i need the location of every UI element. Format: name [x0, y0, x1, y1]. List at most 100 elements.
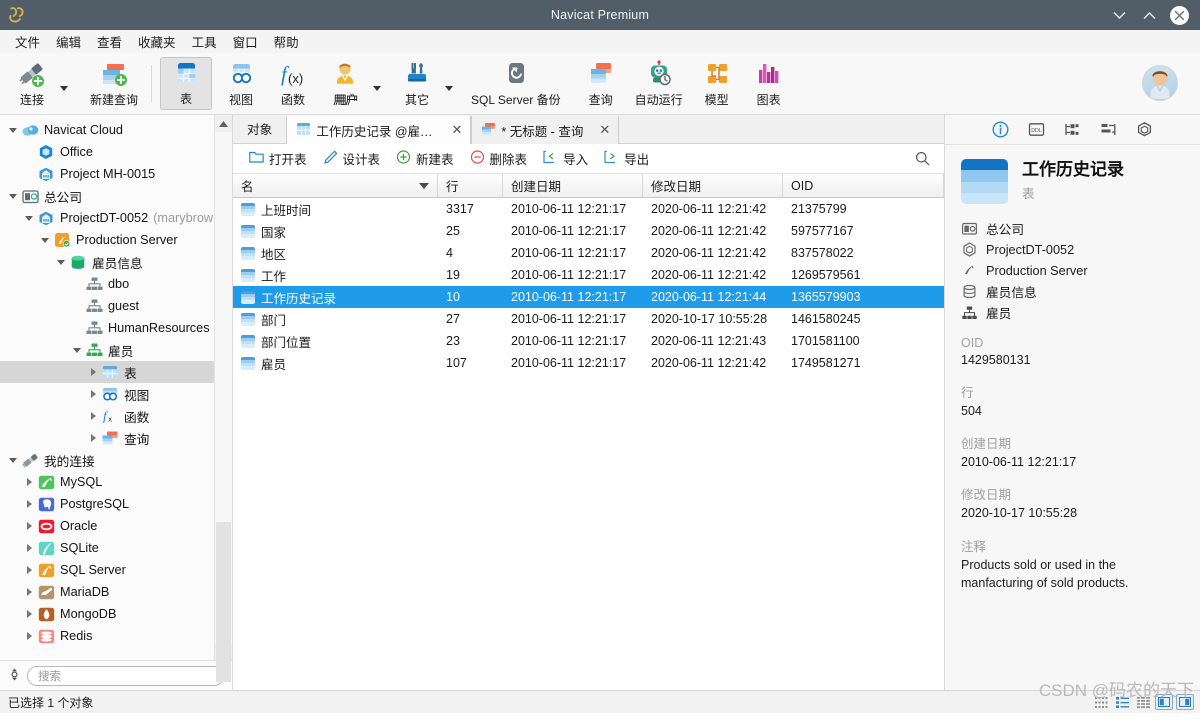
user-avatar[interactable]	[1142, 65, 1178, 101]
ddl-icon[interactable]: DDL	[1027, 120, 1047, 140]
sidebar-item-humanresources[interactable]: HumanResources	[0, 317, 232, 339]
table-row[interactable]: 雇员 107 2010-06-11 12:21:17 2020-06-11 12:21…	[233, 352, 944, 374]
sidebar-item-mysql[interactable]: MySQL	[0, 471, 232, 493]
tab-close-icon[interactable]: ✕	[441, 122, 462, 138]
sidebar-item-postgresql[interactable]: PostgreSQL	[0, 493, 232, 515]
chevron-right-icon[interactable]	[86, 412, 100, 420]
menu-help[interactable]: 帮助	[267, 30, 306, 53]
sidebar-scrollbar[interactable]	[214, 115, 232, 682]
chevron-down-icon[interactable]	[70, 347, 84, 353]
close-button[interactable]	[1164, 0, 1194, 30]
scrollbar-thumb[interactable]	[216, 522, 231, 682]
sidebar-item-navicatcloud[interactable]: Navicat Cloud	[0, 119, 232, 141]
user-dropdown-caret-icon[interactable]	[373, 86, 382, 91]
grid-column-header[interactable]: 修改日期	[643, 174, 783, 197]
scrollbar-track[interactable]	[215, 132, 232, 682]
sidebar-item-oracle[interactable]: Oracle	[0, 515, 232, 537]
detail-view-icon[interactable]	[1134, 694, 1152, 710]
sidebar-item-redis[interactable]: Redis	[0, 625, 232, 647]
breadcrumb-item[interactable]: ProjectDT-0052	[961, 239, 1184, 260]
split-left-icon[interactable]	[1176, 694, 1194, 710]
split-right-icon[interactable]	[1155, 694, 1173, 710]
sidebar-item-dbo[interactable]: dbo	[0, 273, 232, 295]
design-table-button[interactable]: 设计表	[315, 146, 389, 171]
sidebar-item-office[interactable]: Office	[0, 141, 232, 163]
grid-column-header[interactable]: 创建日期	[503, 174, 643, 197]
connection-dropdown-caret-icon[interactable]	[60, 86, 68, 91]
sidebar-item-projectdt-0052[interactable]: ProjectDT-0052 (marybrown@	[0, 207, 232, 229]
grid-column-header[interactable]: OID	[783, 174, 944, 197]
connection-tree[interactable]: Navicat Cloud Office Project MH-0015 总公司 Pro…	[0, 115, 232, 660]
table-row[interactable]: 部门 27 2010-06-11 12:21:17 2020-10-17 10:55:…	[233, 308, 944, 330]
sidebar-item-guest[interactable]: guest	[0, 295, 232, 317]
chevron-down-icon[interactable]	[6, 193, 20, 199]
sidebar-item-node-11[interactable]: 表	[0, 361, 232, 383]
chevron-down-icon[interactable]	[38, 237, 52, 243]
sidebar-item-mongodb[interactable]: MongoDB	[0, 603, 232, 625]
sidebar-item-node-6[interactable]: 雇员信息	[0, 251, 232, 273]
breadcrumb-item[interactable]: 雇员信息	[961, 281, 1184, 302]
chevron-down-icon[interactable]	[6, 127, 20, 133]
chevron-down-icon[interactable]	[22, 215, 36, 221]
chevron-right-icon[interactable]	[86, 368, 100, 376]
sidebar-item-projectmh-0015[interactable]: Project MH-0015	[0, 163, 232, 185]
sidebar-item-mariadb[interactable]: MariaDB	[0, 581, 232, 603]
breadcrumb-item[interactable]: 雇员	[961, 302, 1184, 323]
table-row[interactable]: 地区 4 2010-06-11 12:21:17 2020-06-11 12:21:4…	[233, 242, 944, 264]
object-search-button[interactable]	[915, 151, 936, 166]
open-table-button[interactable]: 打开表	[241, 146, 315, 171]
table-row[interactable]: 上班时间 3317 2010-06-11 12:21:17 2020-06-11 12…	[233, 198, 944, 220]
sidebar-item-node-12[interactable]: 视图	[0, 383, 232, 405]
chevron-right-icon[interactable]	[86, 434, 100, 442]
toolbar-connection[interactable]: 连接	[6, 56, 58, 111]
sidebar-item-node-13[interactable]: f x 函数	[0, 405, 232, 427]
toolbar-view[interactable]: 视图	[215, 53, 267, 114]
table-row[interactable]: 部门位置 23 2010-06-11 12:21:17 2020-06-11 12:2…	[233, 330, 944, 352]
toolbar-automation[interactable]: 自动运行	[627, 53, 691, 114]
export-button[interactable]: 导出	[596, 146, 657, 171]
chevron-down-icon[interactable]	[54, 259, 68, 265]
tab-untitled-query[interactable]: * 无标题 - 查询 ✕	[471, 116, 620, 144]
sidebar-item-sqlserver[interactable]: SQL Server	[0, 559, 232, 581]
toolbar-new-query[interactable]: 新建查询	[82, 53, 146, 114]
table-row[interactable]: 工作 19 2010-06-11 12:21:17 2020-06-11 12:21:…	[233, 264, 944, 286]
grid-view-icon[interactable]	[1092, 694, 1110, 710]
maximize-button[interactable]	[1134, 0, 1164, 30]
chevron-right-icon[interactable]	[22, 566, 36, 574]
grid-body[interactable]: 上班时间 3317 2010-06-11 12:21:17 2020-06-11 12…	[233, 198, 944, 374]
toolbar-other[interactable]: 其它	[391, 56, 443, 111]
structure-icon[interactable]	[1063, 120, 1083, 140]
breadcrumb-item[interactable]: 总公司	[961, 218, 1184, 239]
minimize-button[interactable]	[1104, 0, 1134, 30]
menu-file[interactable]: 文件	[8, 30, 47, 53]
new-table-button[interactable]: 新建表	[388, 146, 462, 171]
sidebar-item-node-3[interactable]: 总公司	[0, 185, 232, 207]
tab-objects[interactable]: 对象	[233, 114, 286, 143]
chevron-right-icon[interactable]	[22, 588, 36, 596]
toolbar-chart[interactable]: 图表	[743, 53, 795, 114]
scroll-up-arrow-icon[interactable]	[215, 115, 232, 132]
table-row[interactable]: 工作历史记录 10 2010-06-11 12:21:17 2020-06-11 12…	[233, 286, 944, 308]
menu-window[interactable]: 窗口	[226, 30, 265, 53]
toolbar-query[interactable]: 查询	[575, 53, 627, 114]
sidebar-item-node-15[interactable]: 我的连接	[0, 449, 232, 471]
table-row[interactable]: 国家 25 2010-06-11 12:21:17 2020-06-11 12:21:…	[233, 220, 944, 242]
toolbar-function[interactable]: f (x) 函数	[267, 53, 319, 114]
toolbar-user[interactable]: 用户 用户	[319, 56, 371, 111]
chevron-right-icon[interactable]	[22, 478, 36, 486]
chevron-right-icon[interactable]	[22, 610, 36, 618]
toolbar-backup[interactable]: SQL Server 备份	[463, 53, 569, 114]
grid-column-header[interactable]: 名	[233, 174, 438, 197]
menu-view[interactable]: 查看	[90, 30, 129, 53]
sidebar-item-node-14[interactable]: 查询	[0, 427, 232, 449]
chevron-right-icon[interactable]	[22, 522, 36, 530]
fields-icon[interactable]	[1099, 120, 1119, 140]
grid-column-header[interactable]: 行	[438, 174, 503, 197]
sidebar-item-productionserver[interactable]: Production Server	[0, 229, 232, 251]
chevron-right-icon[interactable]	[22, 500, 36, 508]
menu-tools[interactable]: 工具	[185, 30, 224, 53]
sidebar-item-sqlite[interactable]: SQLite	[0, 537, 232, 559]
delete-table-button[interactable]: 删除表	[462, 146, 536, 171]
chevron-right-icon[interactable]	[86, 390, 100, 398]
chevron-right-icon[interactable]	[22, 632, 36, 640]
